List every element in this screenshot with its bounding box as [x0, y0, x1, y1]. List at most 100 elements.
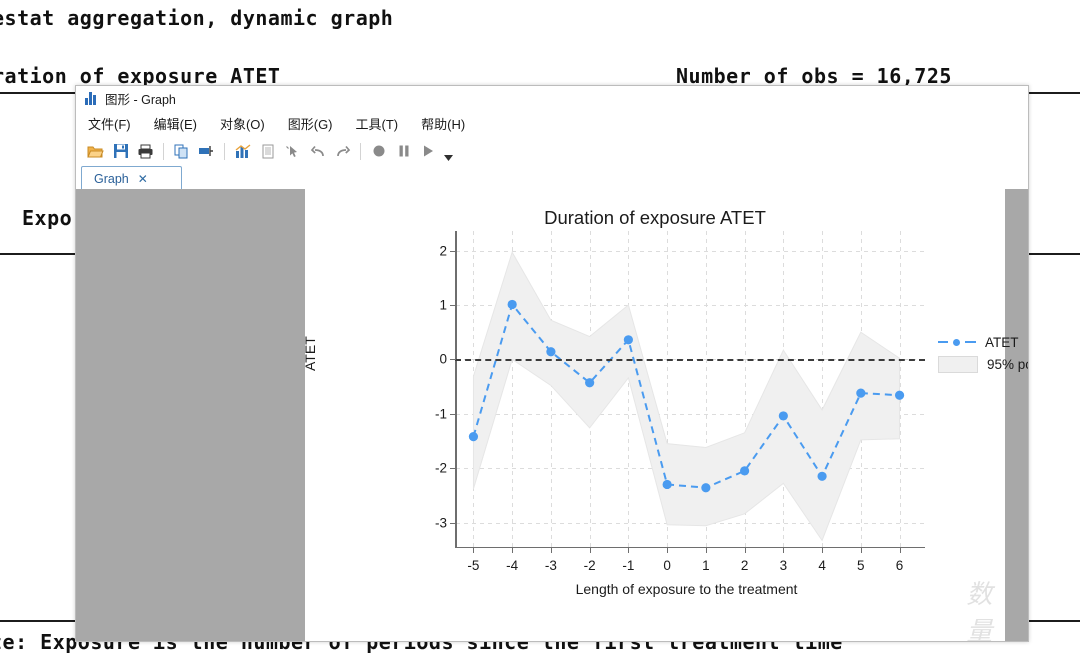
y-tick-mark [450, 522, 456, 524]
stata-column-header: Expo [22, 206, 73, 230]
x-tick-label: -3 [544, 558, 557, 573]
open-icon[interactable] [83, 139, 108, 163]
print-icon[interactable] [133, 139, 158, 163]
x-tick-mark [628, 547, 630, 553]
y-tick-label: -2 [434, 460, 447, 476]
watermark-text: 数量经济学 [966, 580, 994, 642]
x-axis-line [455, 546, 925, 548]
confidence-band [472, 250, 901, 542]
atet-data-point[interactable] [740, 466, 750, 476]
x-tick-mark [667, 547, 669, 553]
menu-object[interactable]: 对象(O) [220, 112, 278, 135]
x-tick-label: -1 [622, 558, 635, 573]
atet-data-point[interactable] [856, 388, 866, 398]
menubar[interactable]: 文件(F) 编辑(E) 对象(O) 图形(G) 工具(T) 帮助(H) [76, 111, 1028, 136]
toolbar-separator [360, 142, 361, 160]
y-tick-mark [450, 250, 456, 252]
y-tick-label: 1 [439, 297, 447, 313]
legend-line-swatch [938, 337, 976, 347]
chart-legend: ATET 95% pointwise CI [938, 331, 1028, 375]
tab-graph-label: Graph [94, 171, 129, 186]
y-tick-label: -1 [434, 406, 447, 422]
pointer-icon[interactable] [280, 139, 305, 163]
y-tick-mark [450, 304, 456, 306]
atet-data-point[interactable] [894, 390, 905, 400]
menu-edit[interactable]: 编辑(E) [154, 112, 210, 135]
x-tick-label: 4 [818, 558, 826, 573]
x-tick-mark [589, 547, 591, 553]
menu-edit-label: 编辑(E) [153, 117, 197, 132]
x-tick-label: 0 [663, 558, 671, 573]
x-tick-label: 2 [740, 558, 749, 573]
x-tick-label: 5 [857, 558, 865, 573]
atet-data-point[interactable] [778, 411, 788, 421]
legend-label-atet: ATET [985, 334, 1019, 350]
plot-area: 2 1 0 -1 -2 -3 -5 -4 -3 -2 -1 0 1 2 3 4 5 6 [435, 231, 925, 573]
stata-command-line: estat aggregation, dynamic graph [0, 6, 394, 30]
menu-tools-label: 工具(T) [355, 117, 399, 132]
atet-data-point[interactable] [507, 299, 517, 310]
menu-file-label: 文件(F) [88, 117, 131, 132]
menu-tools[interactable]: 工具(T) [356, 112, 412, 135]
bar-chart-icon[interactable] [230, 139, 255, 163]
dropdown-icon[interactable] [441, 137, 455, 166]
copy-icon[interactable] [169, 139, 194, 163]
x-tick-mark [550, 547, 552, 553]
y-tick-mark [450, 413, 456, 415]
y-tick-mark [450, 359, 456, 361]
tabstrip[interactable]: Graph ✕ [76, 166, 1028, 191]
toolbar[interactable] [76, 136, 1028, 166]
y-tick-label: -3 [434, 515, 447, 531]
x-tick-label: 6 [895, 558, 904, 573]
pause-icon[interactable] [391, 139, 416, 163]
menu-file[interactable]: 文件(F) [88, 112, 144, 135]
watermark: 数量经济学 [943, 574, 1018, 642]
tab-graph[interactable]: Graph ✕ [81, 166, 182, 191]
x-tick-mark [744, 547, 746, 553]
play-icon[interactable] [416, 139, 441, 163]
legend-band-swatch [938, 355, 978, 373]
x-tick-mark [860, 547, 862, 553]
bar-chart-icon [85, 92, 99, 105]
redo-icon[interactable] [330, 139, 355, 163]
legend-item-ci[interactable]: 95% pointwise CI [938, 353, 1028, 375]
x-tick-label: -4 [506, 558, 519, 573]
undo-icon[interactable] [305, 139, 330, 163]
x-tick-mark [473, 547, 475, 553]
menu-help-label: 帮助(H) [421, 117, 466, 132]
x-tick-mark [783, 547, 785, 553]
x-tick-mark [705, 547, 707, 553]
chart-plot-svg [468, 250, 905, 542]
menu-help[interactable]: 帮助(H) [421, 112, 478, 135]
toolbar-separator [224, 142, 225, 160]
atet-data-point[interactable] [701, 483, 711, 493]
x-tick-label: -5 [467, 558, 480, 573]
atet-data-point[interactable] [585, 378, 595, 388]
atet-data-point[interactable] [662, 479, 672, 490]
x-tick-mark [512, 547, 514, 553]
document-icon[interactable] [255, 139, 280, 163]
save-icon[interactable] [108, 139, 133, 163]
graph-window[interactable]: 图形 - Graph 文件(F) 编辑(E) 对象(O) 图形(G) 工具(T)… [75, 85, 1029, 642]
paste-icon[interactable] [194, 139, 219, 163]
atet-data-point[interactable] [468, 431, 479, 442]
legend-label-ci: 95% pointwise CI [987, 356, 1028, 372]
record-icon[interactable] [366, 139, 391, 163]
x-tick-label: -2 [583, 558, 596, 573]
menu-graph[interactable]: 图形(G) [288, 112, 346, 135]
x-axis-label: Length of exposure to the treatment [575, 581, 798, 597]
chart-title: Duration of exposure ATET [544, 207, 766, 228]
atet-data-point[interactable] [817, 471, 827, 481]
graph-canvas[interactable]: Duration of exposure ATET ATET Length of… [302, 189, 1028, 641]
y-axis-line [455, 231, 457, 548]
x-tick-label: 1 [702, 558, 710, 573]
y-tick-label: 0 [439, 351, 447, 367]
atet-data-point[interactable] [546, 347, 556, 357]
x-tick-label: 3 [779, 558, 788, 573]
x-tick-mark [822, 547, 824, 553]
legend-item-atet[interactable]: ATET [938, 331, 1028, 353]
x-tick-mark [899, 547, 901, 553]
zero-reference-line [455, 359, 925, 362]
close-icon[interactable]: ✕ [138, 173, 148, 185]
atet-data-point[interactable] [623, 335, 633, 345]
